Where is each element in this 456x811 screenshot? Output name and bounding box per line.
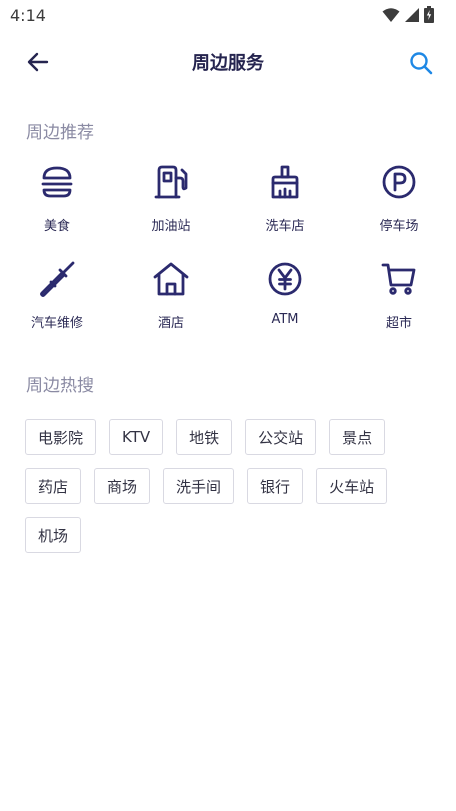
search-button[interactable] (406, 48, 436, 78)
grid-item-label: 超市 (385, 316, 412, 331)
grid-row: 汽车维修 酒店 ATM 超市 (0, 259, 456, 356)
tag-subway[interactable]: 地铁 (176, 419, 233, 455)
grid-item-gas-station[interactable]: 加油站 (114, 162, 228, 259)
grid-row: 美食 加油站 洗车店 停车场 (0, 162, 456, 259)
tag-bank[interactable]: 银行 (247, 468, 304, 504)
grid-item-label: 洗车店 (265, 219, 305, 234)
grid-item-hotel[interactable]: 酒店 (114, 259, 228, 356)
yen-icon (265, 259, 305, 299)
grid-item-car-wash[interactable]: 洗车店 (228, 162, 342, 259)
grid-item-label: 美食 (43, 219, 70, 234)
tag-ktv[interactable]: KTV (109, 419, 164, 455)
grid-item-atm[interactable]: ATM (228, 259, 342, 356)
grid-item-parking[interactable]: 停车场 (342, 162, 456, 259)
screwdriver-icon (37, 259, 77, 299)
cart-icon (379, 259, 419, 299)
recommend-grid: 美食 加油站 洗车店 停车场 汽车维修 酒店 ATM 超市 (0, 162, 456, 356)
grid-item-supermarket[interactable]: 超市 (342, 259, 456, 356)
recommend-section-title: 周边推荐 (26, 123, 94, 143)
wifi-icon (382, 7, 400, 23)
parking-icon (379, 162, 419, 202)
grid-item-label: 加油站 (151, 219, 191, 234)
grid-item-car-repair[interactable]: 汽车维修 (0, 259, 114, 356)
grid-item-label: 汽车维修 (30, 316, 83, 331)
app-bar: 周边服务 (0, 38, 456, 84)
tag-train-station[interactable]: 火车站 (316, 468, 388, 504)
tag-bus-stop[interactable]: 公交站 (245, 419, 317, 455)
tag-pharmacy[interactable]: 药店 (25, 468, 82, 504)
grid-item-label: ATM (271, 312, 299, 327)
status-time: 4:14 (10, 6, 46, 25)
status-icons (382, 6, 434, 23)
hot-search-tags: 电影院 KTV 地铁 公交站 景点 药店 商场 洗手间 银行 火车站 机场 (25, 419, 445, 553)
grid-item-label: 酒店 (157, 316, 184, 331)
burger-icon (37, 162, 77, 202)
hot-search-section-title: 周边热搜 (26, 376, 94, 396)
search-icon (409, 51, 433, 75)
tag-cinema[interactable]: 电影院 (25, 419, 97, 455)
fuel-pump-icon (151, 162, 191, 202)
tag-restroom[interactable]: 洗手间 (163, 468, 235, 504)
brush-icon (265, 162, 305, 202)
page-title: 周边服务 (192, 53, 264, 74)
battery-charging-icon (424, 6, 434, 23)
tag-mall[interactable]: 商场 (94, 468, 151, 504)
tag-airport[interactable]: 机场 (25, 517, 82, 553)
grid-item-food[interactable]: 美食 (0, 162, 114, 259)
grid-item-label: 停车场 (379, 219, 419, 234)
signal-icon (404, 7, 420, 23)
status-bar: 4:14 (0, 0, 456, 30)
house-icon (151, 259, 191, 299)
tag-scenic-spot[interactable]: 景点 (329, 419, 386, 455)
